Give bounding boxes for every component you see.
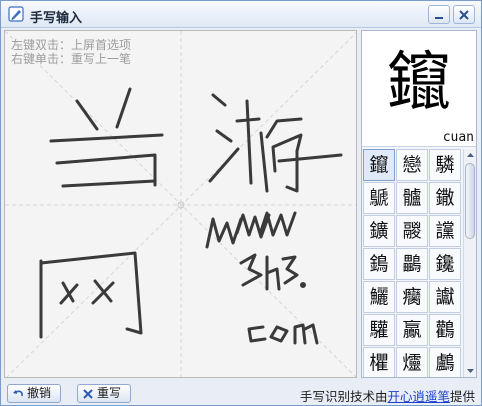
candidate-cell[interactable]: 欋 <box>363 347 395 377</box>
undo-label: 撤销 <box>27 386 52 400</box>
credit-suffix: 提供 <box>449 389 475 404</box>
window-title: 手写输入 <box>30 11 83 26</box>
scroll-down-icon[interactable] <box>465 365 476 376</box>
candidate-cell[interactable]: 爧 <box>396 347 428 377</box>
candidate-cell[interactable]: 驎 <box>429 149 461 181</box>
candidate-cell[interactable]: 鱺 <box>363 281 395 313</box>
candidate-cell[interactable]: 鸓 <box>396 248 428 280</box>
candidate-cell[interactable]: 讞 <box>429 281 461 313</box>
candidate-cell[interactable]: 鑛 <box>363 215 395 247</box>
preview-pinyin: cuan <box>442 130 474 145</box>
candidate-scrollbar[interactable] <box>463 149 476 377</box>
credit-link[interactable]: 开心逍遥笔 <box>387 389 450 404</box>
preview-character: 鑹 <box>387 46 451 120</box>
candidate-panel: 鑹 cuan 鑹 戀 驎 鷈 髗 鏾 鑛 鬷 讜 鵭 鸓 鑱 鱺 癵 讞 驩 鸁… <box>361 30 477 378</box>
handwriting-window: 手写输入 左键双击：上屏首选项 右键单击：重写上一笔 鑹 cuan 鑹 戀 驎 … <box>0 0 482 406</box>
candidate-cell[interactable]: 鬷 <box>396 215 428 247</box>
candidate-cell[interactable]: 髗 <box>396 182 428 214</box>
candidate-cell[interactable]: 鷈 <box>363 182 395 214</box>
candidate-cell[interactable]: 鑹 <box>363 149 395 181</box>
candidate-cell[interactable]: 鸛 <box>429 314 461 346</box>
minimize-icon <box>435 17 443 19</box>
candidate-cell[interactable]: 讜 <box>429 215 461 247</box>
rewrite-button[interactable]: 重写 <box>77 384 131 403</box>
candidate-cell[interactable]: 鑱 <box>429 248 461 280</box>
candidate-cell[interactable]: 鵭 <box>363 248 395 280</box>
title-bar[interactable]: 手写输入 <box>1 1 481 28</box>
writing-pad[interactable]: 左键双击：上屏首选项 右键单击：重写上一笔 <box>4 30 357 378</box>
minimize-button[interactable] <box>428 5 450 24</box>
undo-icon <box>13 390 23 397</box>
credit-prefix: 手写识别技术由 <box>299 389 388 404</box>
preview-candidate[interactable]: 鑹 cuan <box>362 31 476 147</box>
candidate-cell[interactable]: 癵 <box>396 281 428 313</box>
close-button[interactable] <box>453 5 475 24</box>
bottom-toolbar: 撤销 重写 手写识别技术由开心逍遥笔提供 <box>1 381 481 405</box>
clear-icon <box>83 389 93 399</box>
pen-icon <box>8 6 24 22</box>
candidate-cell[interactable]: 戀 <box>396 149 428 181</box>
scrollbar-thumb[interactable] <box>465 163 475 239</box>
scroll-up-icon[interactable] <box>465 150 476 161</box>
candidate-cell[interactable]: 鸁 <box>396 314 428 346</box>
candidate-cell[interactable]: 鸕 <box>429 347 461 377</box>
handwriting-strokes <box>39 87 343 345</box>
candidate-cell[interactable]: 驩 <box>363 314 395 346</box>
undo-button[interactable]: 撤销 <box>7 384 61 403</box>
close-icon <box>459 10 469 20</box>
rewrite-label: 重写 <box>97 386 122 400</box>
credit-text: 手写识别技术由开心逍遥笔提供 <box>300 386 475 405</box>
candidate-cell[interactable]: 鏾 <box>429 182 461 214</box>
